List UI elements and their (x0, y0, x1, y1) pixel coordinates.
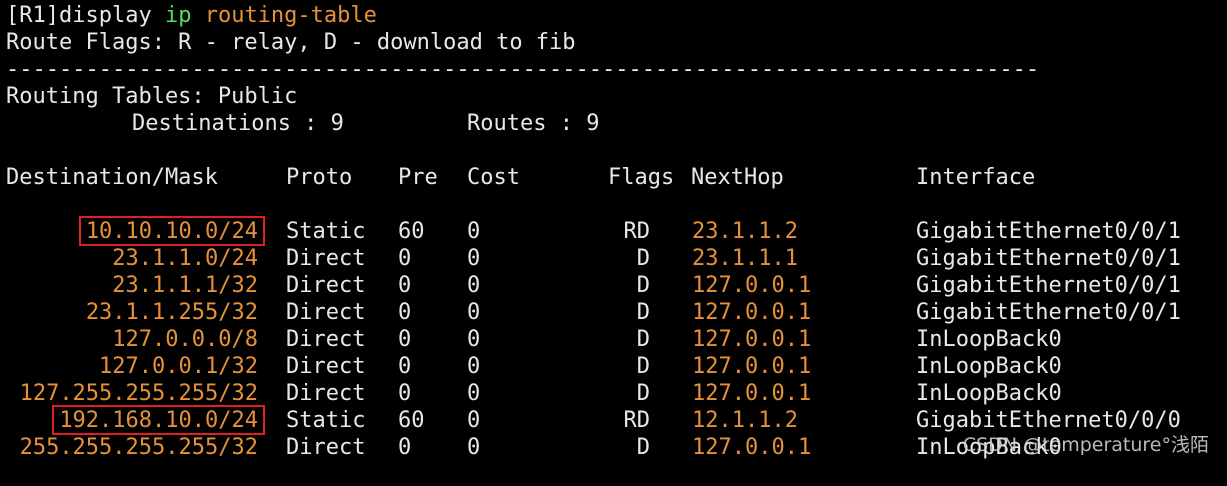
cell-interface: GigabitEthernet0/0/1 (916, 300, 1181, 325)
cell-pre: 0 (398, 273, 412, 298)
terminal-window[interactable]: [R1]display ip routing-table Route Flags… (0, 0, 1227, 469)
cell-interface: GigabitEthernet0/0/1 (916, 219, 1181, 244)
route-flags-line: Route Flags: R - relay, D - download to … (6, 30, 576, 55)
cell-proto: Direct (286, 354, 366, 379)
cell-cost: 0 (467, 246, 481, 271)
cell-pre: 0 (398, 435, 412, 460)
cell-nexthop: 23.1.1.1 (692, 246, 798, 271)
cell-flags: D (636, 327, 650, 352)
highlight-box (52, 405, 265, 435)
cell-flags: D (636, 300, 650, 325)
cell-destination: 23.1.1.0/24 (112, 246, 258, 271)
header-proto: Proto (286, 165, 353, 190)
cell-destination: 255.255.255.255/32 (19, 435, 258, 460)
cell-proto: Direct (286, 246, 366, 271)
cell-destination: 127.0.0.1/32 (99, 354, 258, 379)
cell-proto: Direct (286, 435, 366, 460)
cell-cost: 0 (467, 408, 481, 433)
cell-proto: Static (286, 219, 366, 244)
destinations-count: Destinations : 9 (132, 111, 344, 136)
header-cost: Cost (467, 165, 520, 190)
separator-line: ----------------------------------------… (6, 57, 1040, 82)
cell-proto: Direct (286, 381, 366, 406)
cell-nexthop: 127.0.0.1 (692, 300, 812, 325)
cell-flags: D (636, 246, 650, 271)
cell-flags: D (636, 273, 650, 298)
cell-nexthop: 12.1.1.2 (692, 408, 798, 433)
cell-destination: 127.0.0.0/8 (112, 327, 258, 352)
cell-flags: RD (623, 408, 651, 433)
cell-nexthop: 127.0.0.1 (692, 273, 812, 298)
cell-pre: 0 (398, 246, 412, 271)
routes-count: Routes : 9 (467, 111, 600, 136)
table-row: 23.1.1.0/24 Direct 0 0 D 23.1.1.1 GigabitEther… (6, 245, 1216, 272)
cell-nexthop: 127.0.0.1 (692, 435, 812, 460)
cell-proto: Direct (286, 273, 366, 298)
cell-cost: 0 (467, 327, 481, 352)
cell-interface: InLoopBack0 (916, 354, 1062, 379)
command-line: [R1]display ip routing-table (6, 2, 377, 29)
table-row: 23.1.1.1/32 Direct 0 0 D 127.0.0.1 GigabitEthe… (6, 272, 1216, 299)
routing-tables-line: Routing Tables: Public (6, 84, 298, 109)
cell-destination: 127.255.255.255/32 (19, 381, 258, 406)
cell-pre: 0 (398, 300, 412, 325)
cell-flags: D (636, 354, 650, 379)
cell-pre: 0 (398, 354, 412, 379)
cell-pre: 0 (398, 381, 412, 406)
cell-interface: InLoopBack0 (916, 381, 1062, 406)
table-row: 127.0.0.1/32 Direct 0 0 D 127.0.0.1 InLoopBack… (6, 353, 1216, 380)
cell-cost: 0 (467, 219, 481, 244)
cell-cost: 0 (467, 300, 481, 325)
header-pre: Pre (398, 165, 438, 190)
cell-nexthop: 127.0.0.1 (692, 354, 812, 379)
cell-proto: Direct (286, 327, 366, 352)
cell-nexthop: 23.1.1.2 (692, 219, 798, 244)
header-nexthop: NextHop (691, 165, 784, 190)
command-keyword-routing-table: routing-table (204, 3, 377, 28)
cell-flags: D (636, 435, 650, 460)
command-keyword-ip: ip (164, 3, 192, 28)
summary-line: Destinations : 9 Routes : 9 (6, 110, 1106, 137)
cell-proto: Static (286, 408, 366, 433)
highlight-box (79, 216, 265, 246)
cell-interface: InLoopBack0 (916, 327, 1062, 352)
table-row: 127.0.0.0/8 Direct 0 0 D 127.0.0.1 InLoopBack0 (6, 326, 1216, 353)
cell-cost: 0 (467, 354, 481, 379)
table-row: 23.1.1.255/32 Direct 0 0 D 127.0.0.1 GigabitEt… (6, 299, 1216, 326)
cell-flags: D (636, 381, 650, 406)
cell-pre: 0 (398, 327, 412, 352)
cell-flags: RD (623, 219, 651, 244)
prompt-text: [R1]display (6, 3, 165, 28)
header-destination-mask: Destination/Mask (6, 165, 218, 190)
header-interface: Interface (916, 165, 1036, 190)
cell-pre: 60 (398, 219, 425, 244)
header-flags: Flags (608, 165, 675, 190)
cell-cost: 0 (467, 435, 481, 460)
cell-pre: 60 (398, 408, 425, 433)
table-header-row: Destination/Mask Proto Pre Cost Flags Ne… (6, 164, 1216, 191)
cell-destination: 23.1.1.255/32 (85, 300, 258, 325)
cell-proto: Direct (286, 300, 366, 325)
cell-interface: GigabitEthernet0/0/1 (916, 246, 1181, 271)
cell-nexthop: 127.0.0.1 (692, 381, 812, 406)
cell-destination: 23.1.1.1/32 (112, 273, 258, 298)
cell-interface: GigabitEthernet0/0/1 (916, 273, 1181, 298)
watermark-text: CSDN @temperature°浅陌 (962, 434, 1209, 456)
cell-nexthop: 127.0.0.1 (692, 327, 812, 352)
cell-cost: 0 (467, 273, 481, 298)
table-row: 127.255.255.255/32 Direct 0 0 D 127.0.0.1 InLo… (6, 380, 1216, 407)
cell-interface: GigabitEthernet0/0/0 (916, 408, 1181, 433)
cell-cost: 0 (467, 381, 481, 406)
